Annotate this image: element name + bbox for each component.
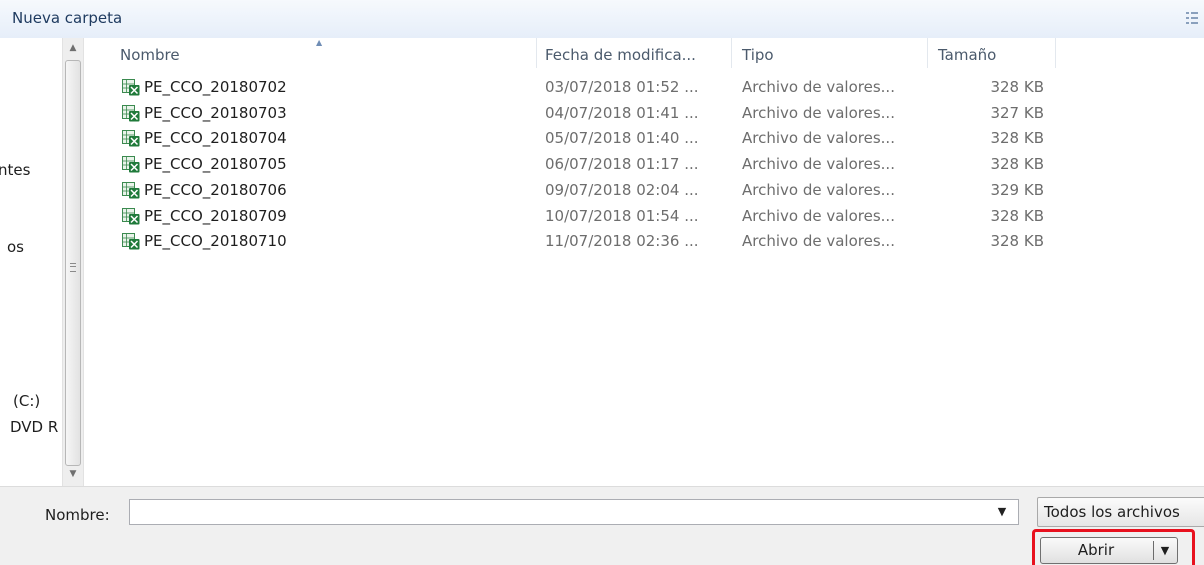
file-row[interactable]: PE_CCO_20180704 05/07/2018 01:40 ... Archi… <box>84 126 1084 152</box>
excel-csv-file-icon <box>122 233 140 250</box>
scroll-up-arrow-icon[interactable]: ▲ <box>65 40 81 56</box>
file-size: 328 KB <box>990 129 1044 148</box>
file-row[interactable]: PE_CCO_20180710 11/07/2018 02:36 ... Archi… <box>84 229 1084 255</box>
column-divider[interactable] <box>927 38 928 68</box>
nav-scrollbar[interactable]: ▲ ▼ <box>62 38 84 486</box>
file-date: 11/07/2018 02:36 ... <box>545 232 699 251</box>
file-size: 327 KB <box>990 103 1044 122</box>
file-type: Archivo de valores... <box>742 155 895 174</box>
column-divider[interactable] <box>536 38 537 68</box>
file-row[interactable]: PE_CCO_20180709 10/07/2018 01:54 ... Archi… <box>84 204 1084 230</box>
file-name-label: Nombre: <box>45 506 110 524</box>
view-options-icon[interactable] <box>1186 11 1198 25</box>
column-header-name[interactable]: Nombre <box>120 46 180 64</box>
file-date: 04/07/2018 01:41 ... <box>545 103 699 122</box>
file-date: 10/07/2018 01:54 ... <box>545 206 699 225</box>
sort-ascending-icon: ▲ <box>316 38 323 47</box>
nav-item-dvd-drive[interactable]: DVD R <box>10 418 58 436</box>
navigation-pane: ntes os (C:) DVD R <box>0 38 62 486</box>
file-name[interactable]: PE_CCO_20180703 <box>144 104 287 122</box>
excel-csv-file-icon <box>122 207 140 224</box>
file-name[interactable]: PE_CCO_20180702 <box>144 78 287 96</box>
open-file-dialog: Nueva carpeta ntes os (C:) DVD R ▲ ▼ ▲ N… <box>0 0 1204 565</box>
file-type-filter-select[interactable]: Todos los archivos <box>1037 497 1204 527</box>
file-size: 328 KB <box>990 206 1044 225</box>
column-header-type[interactable]: Tipo <box>742 46 774 64</box>
file-date: 09/07/2018 02:04 ... <box>545 180 699 199</box>
file-date: 05/07/2018 01:40 ... <box>545 129 699 148</box>
open-button[interactable]: Abrir <box>1041 538 1151 563</box>
nav-item-local-disk-c[interactable]: (C:) <box>13 392 40 410</box>
file-size: 328 KB <box>990 155 1044 174</box>
file-name[interactable]: PE_CCO_20180706 <box>144 181 287 199</box>
file-date: 03/07/2018 01:52 ... <box>545 78 699 96</box>
excel-csv-file-icon <box>122 156 140 173</box>
toolbar: Nueva carpeta <box>0 0 1204 39</box>
file-name[interactable]: PE_CCO_20180704 <box>144 129 287 147</box>
chevron-down-icon[interactable]: ▼ <box>990 502 1014 522</box>
excel-csv-file-icon <box>122 181 140 199</box>
file-size: 328 KB <box>990 78 1044 96</box>
file-type: Archivo de valores... <box>742 206 895 225</box>
file-size: 329 KB <box>990 180 1044 199</box>
scroll-down-arrow-icon[interactable]: ▼ <box>65 466 81 482</box>
open-split-button: Abrir ▼ <box>1040 537 1178 564</box>
file-name[interactable]: PE_CCO_20180709 <box>144 207 287 225</box>
scroll-grip-icon <box>70 263 76 272</box>
new-folder-button[interactable]: Nueva carpeta <box>12 9 122 27</box>
file-type: Archivo de valores... <box>742 129 895 148</box>
file-row[interactable]: PE_CCO_20180703 04/07/2018 01:41 ... Archi… <box>84 101 1084 127</box>
column-divider[interactable] <box>1055 38 1056 68</box>
column-header-date[interactable]: Fecha de modifica... <box>545 46 696 64</box>
file-type: Archivo de valores... <box>742 180 895 199</box>
file-name[interactable]: PE_CCO_20180710 <box>144 232 287 250</box>
file-date: 06/07/2018 01:17 ... <box>545 155 699 174</box>
file-size: 328 KB <box>990 232 1044 251</box>
column-header-size[interactable]: Tamaño <box>938 46 996 64</box>
excel-csv-file-icon <box>122 79 140 96</box>
file-row[interactable]: PE_CCO_20180702 03/07/2018 01:52 ... Archi… <box>84 75 1084 101</box>
file-type: Archivo de valores... <box>742 232 895 251</box>
file-list: ▲ Nombre Fecha de modifica... Tipo Tamañ… <box>84 38 1204 486</box>
file-type: Archivo de valores... <box>742 103 895 122</box>
dialog-footer: Nombre: ▼ Todos los archivos Abrir ▼ <box>0 486 1204 565</box>
file-type: Archivo de valores... <box>742 78 895 96</box>
excel-csv-file-icon <box>122 130 140 147</box>
nav-item-recent[interactable]: ntes <box>0 161 30 179</box>
file-row[interactable]: PE_CCO_20180705 06/07/2018 01:17 ... Archi… <box>84 152 1084 178</box>
nav-item-documents[interactable]: os <box>7 238 24 256</box>
file-row[interactable]: PE_CCO_20180706 09/07/2018 02:04 ... Archi… <box>84 178 1084 204</box>
file-name-input[interactable] <box>129 499 1019 525</box>
file-name[interactable]: PE_CCO_20180705 <box>144 155 287 173</box>
column-divider[interactable] <box>731 38 732 68</box>
open-options-chevron-down-icon[interactable]: ▼ <box>1153 541 1176 560</box>
scrollbar-thumb[interactable] <box>65 60 81 466</box>
excel-csv-file-icon <box>122 104 140 122</box>
